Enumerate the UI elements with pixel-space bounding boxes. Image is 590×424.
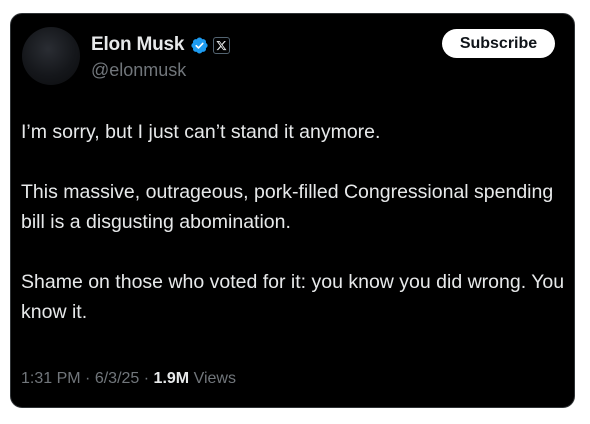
author-handle[interactable]: @elonmusk [91, 60, 186, 81]
tweet-text: I’m sorry, but I just can’t stand it any… [21, 117, 566, 357]
avatar[interactable] [22, 27, 80, 85]
subscribe-button[interactable]: Subscribe [442, 29, 555, 58]
tweet-meta: 1:31 PM · 6/3/25 · 1.9M Views [21, 370, 236, 388]
verified-badge-icon[interactable] [190, 36, 209, 55]
author-name-row: Elon Musk [91, 34, 231, 56]
tweet-date[interactable]: 6/3/25 [95, 370, 139, 387]
tweet-paragraph: Shame on those who voted for it: you kno… [21, 271, 565, 323]
tweet-card: Elon Musk @elonmusk Subscribe I’m sorry,… [10, 13, 575, 408]
meta-separator: · [85, 370, 91, 387]
meta-separator: · [143, 370, 150, 387]
views-count[interactable]: 1.9M [154, 370, 190, 387]
tweet-time[interactable]: 1:31 PM [21, 370, 81, 387]
x-logo-icon[interactable] [213, 36, 231, 54]
views-label: Views [193, 370, 236, 387]
tweet-paragraph: I’m sorry, but I just can’t stand it any… [21, 121, 381, 143]
tweet-paragraph: This massive, outrageous, pork-filled Co… [21, 181, 554, 233]
author-display-name[interactable]: Elon Musk [91, 34, 184, 56]
